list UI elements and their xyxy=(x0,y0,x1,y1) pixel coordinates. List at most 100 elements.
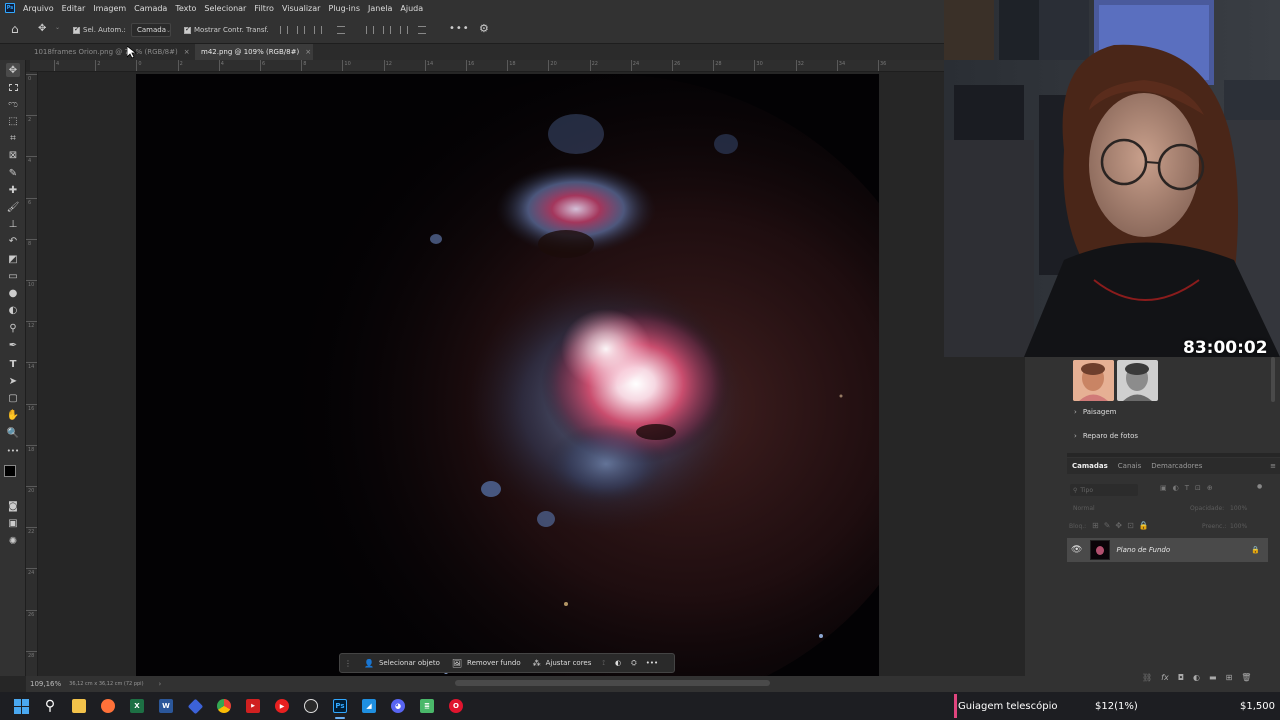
more-icon[interactable]: ••• xyxy=(646,659,658,667)
layer-background[interactable]: 👁 Plano de Fundo 🔒 xyxy=(1067,538,1268,562)
windows-start-icon[interactable] xyxy=(9,692,33,720)
align-center-icon[interactable] xyxy=(297,26,305,34)
eye-icon[interactable]: 👁 xyxy=(1071,545,1082,555)
chevron-down-icon[interactable]: ⌄ xyxy=(55,24,60,31)
menu-arquivo[interactable]: Arquivo xyxy=(19,4,58,13)
fill-value[interactable]: 100% xyxy=(1230,523,1247,530)
move-tool-icon[interactable]: ✥ xyxy=(6,63,20,77)
more-options-icon[interactable]: ••• xyxy=(449,23,470,34)
lasso-tool-icon[interactable]: ಌ xyxy=(6,97,20,111)
discord-icon[interactable]: ◕ xyxy=(386,692,410,720)
home-icon[interactable]: ⌂ xyxy=(11,22,19,36)
drag-handle-icon[interactable]: ⋮ xyxy=(344,659,352,668)
eyedropper-icon[interactable]: ✎ xyxy=(6,166,20,180)
eraser-icon[interactable]: ◩ xyxy=(6,252,20,266)
link-icon[interactable]: ⛓ xyxy=(1142,673,1152,682)
obs-icon[interactable] xyxy=(299,692,323,720)
adjustment-layer-icon[interactable]: ◐ xyxy=(1193,673,1200,682)
file-explorer-icon[interactable] xyxy=(67,692,91,720)
word-icon[interactable]: W xyxy=(154,692,178,720)
opacity-value[interactable]: 100% xyxy=(1230,505,1247,512)
tab-layers[interactable]: Camadas xyxy=(1067,462,1113,470)
neural-category-photo-repair[interactable]: › Reparo de fotos xyxy=(1074,432,1138,440)
align-middle-icon[interactable] xyxy=(383,26,391,34)
path-select-icon[interactable]: ➤ xyxy=(6,374,20,388)
neural-category-landscape[interactable]: › Paisagem xyxy=(1074,408,1116,416)
chrome-icon[interactable] xyxy=(212,692,236,720)
document-image-m42-nebula[interactable] xyxy=(136,74,879,676)
menu-ajuda[interactable]: Ajuda xyxy=(396,4,427,13)
clone-stamp-icon[interactable]: ⊥ xyxy=(6,217,20,231)
lock-icons[interactable]: ⊞✎✥⊡🔒 xyxy=(1092,521,1154,530)
foreground-color-swatch[interactable] xyxy=(4,465,16,477)
fx-icon[interactable]: fx xyxy=(1161,673,1169,682)
type-tool-icon[interactable]: T xyxy=(6,357,20,371)
mask-icon[interactable]: ◘ xyxy=(1178,673,1184,682)
vpn-icon[interactable] xyxy=(183,692,207,720)
blur-tool-icon[interactable]: ● xyxy=(6,286,20,300)
search-icon[interactable]: ⚲ xyxy=(38,692,62,720)
align-top-icon[interactable] xyxy=(366,26,374,34)
new-layer-icon[interactable]: ⊞ xyxy=(1226,673,1233,682)
dodge-tool-icon[interactable]: ◐ xyxy=(6,303,20,317)
move-tool-icon[interactable]: ✥ xyxy=(38,23,46,34)
crop-tool-icon[interactable]: ⌗ xyxy=(6,131,20,145)
tab-paths[interactable]: Demarcadores xyxy=(1146,462,1207,470)
panel-scrollbar[interactable] xyxy=(1271,357,1275,402)
lock-icon[interactable]: 🔒 xyxy=(1251,546,1260,554)
tab-orion-frames[interactable]: 1018frames Orion.png @ 7...% (RGB/8#) × xyxy=(0,44,195,60)
horizontal-scrollbar[interactable] xyxy=(455,680,770,686)
opera-icon[interactable]: O xyxy=(444,692,468,720)
zoom-tool-icon[interactable]: 🔍 xyxy=(6,426,20,440)
notepad-icon[interactable]: ≣ xyxy=(415,692,439,720)
tab-channels[interactable]: Canais xyxy=(1113,462,1147,470)
neural-filter-thumb-color[interactable] xyxy=(1073,360,1114,401)
trash-icon[interactable]: 🗑 xyxy=(1241,673,1251,682)
excel-icon[interactable]: X xyxy=(125,692,149,720)
layer-filter-search[interactable]: ⚲ Tipo xyxy=(1070,484,1138,496)
paint-app-icon[interactable]: ◢ xyxy=(357,692,381,720)
menu-visualizar[interactable]: Visualizar xyxy=(278,4,325,13)
menu-selecionar[interactable]: Selecionar xyxy=(200,4,250,13)
streaming-app-icon[interactable]: ▶ xyxy=(241,692,265,720)
firefox-icon[interactable] xyxy=(96,692,120,720)
filter-toggle-icon[interactable]: ● xyxy=(1257,483,1262,490)
marquee-tool-icon[interactable] xyxy=(6,80,20,94)
ruler-horizontal[interactable]: 4 2 0 2 4 6 8 10 12 14 16 18 20 22 24 26 28 30 32 34 36 xyxy=(30,60,944,72)
brush-tool-icon[interactable]: 🖌 xyxy=(6,200,20,214)
menu-plugins[interactable]: Plug-ins xyxy=(324,4,364,13)
auto-select-checkbox[interactable]: Sel. Autom.: xyxy=(73,25,126,34)
healing-brush-icon[interactable]: ✚ xyxy=(6,183,20,197)
align-right-icon[interactable] xyxy=(314,26,322,34)
remove-background-button[interactable]: 🖼 Remover fundo xyxy=(446,655,527,671)
status-arrow-icon[interactable]: › xyxy=(159,680,162,688)
menu-filtro[interactable]: Filtro xyxy=(250,4,278,13)
close-icon[interactable]: × xyxy=(305,48,311,56)
zoom-level[interactable]: 109,16% xyxy=(30,680,61,688)
more-tools-icon[interactable]: ••• xyxy=(6,444,20,458)
distribute-vertical-icon[interactable] xyxy=(418,26,426,34)
object-select-icon[interactable]: ⬚ xyxy=(6,114,20,128)
quick-mask-icon[interactable]: ◙ xyxy=(6,499,20,513)
layer-filter-icons[interactable]: ▣◐T⊡⊕ xyxy=(1160,484,1219,492)
blend-mode-select[interactable]: Normal xyxy=(1073,505,1095,512)
pen-tool-icon[interactable]: ✒ xyxy=(6,338,20,352)
align-bottom-icon[interactable] xyxy=(400,26,408,34)
panel-menu-icon[interactable]: ≡ xyxy=(1270,462,1276,470)
dodge-tool-2-icon[interactable]: ⚲ xyxy=(6,321,20,335)
transform-icon[interactable]: ⟟ xyxy=(602,659,605,668)
menu-imagem[interactable]: Imagem xyxy=(89,4,130,13)
select-object-button[interactable]: 👤 Selecionar objeto xyxy=(358,655,446,671)
adjustment-icon[interactable]: ◐ xyxy=(615,659,621,667)
distribute-icon[interactable] xyxy=(337,26,345,34)
history-brush-icon[interactable]: ↶ xyxy=(6,234,20,248)
generative-fill-icon[interactable]: ✺ xyxy=(6,534,20,548)
media-player-icon[interactable]: ▶ xyxy=(270,692,294,720)
menu-texto[interactable]: Texto xyxy=(171,4,200,13)
screen-mode-icon[interactable]: ▣ xyxy=(6,516,20,530)
show-transform-checkbox[interactable]: Mostrar Contr. Transf. xyxy=(184,25,269,34)
group-icon[interactable]: ▬ xyxy=(1209,673,1217,682)
neural-filter-thumb-bw[interactable] xyxy=(1117,360,1158,401)
photoshop-logo[interactable]: Ps xyxy=(5,3,15,13)
frame-tool-icon[interactable]: ⊠ xyxy=(6,148,20,162)
